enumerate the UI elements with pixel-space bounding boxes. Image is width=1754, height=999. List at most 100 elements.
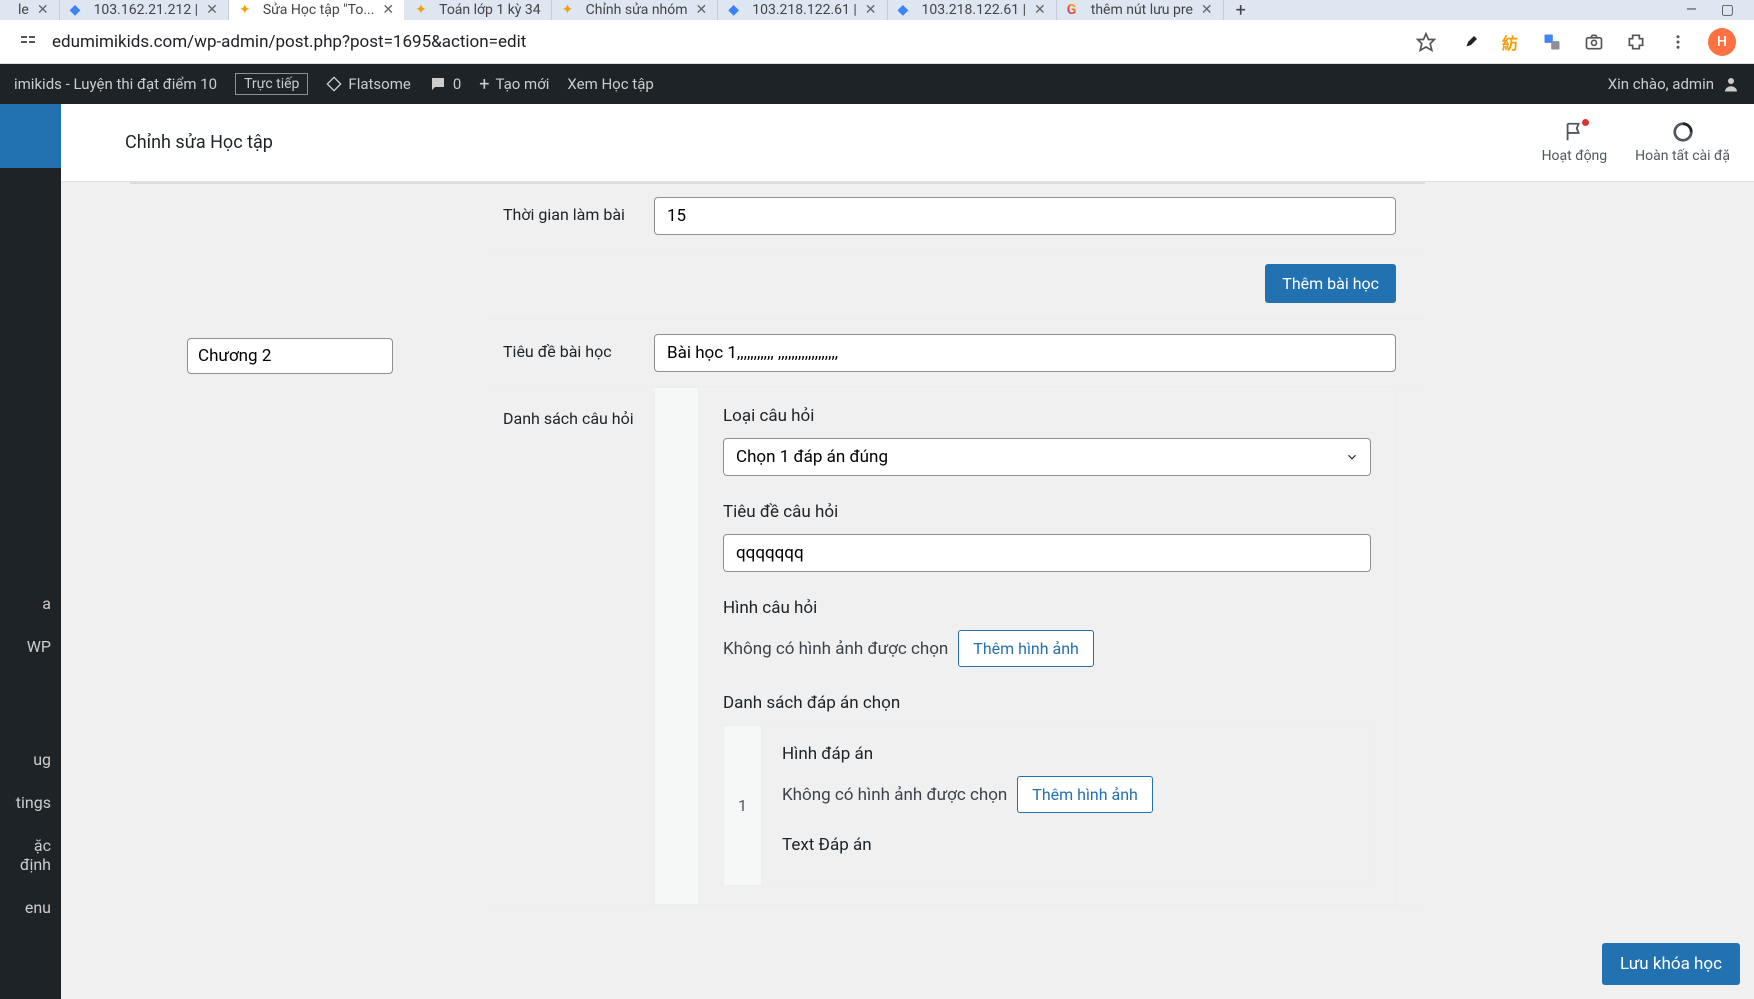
- content-area: Thời gian làm bài Thêm bài học Tiêu đề b…: [61, 182, 1754, 999]
- browser-tab[interactable]: G thêm nút lưu pre ✕: [1057, 0, 1224, 20]
- close-icon[interactable]: ✕: [696, 2, 708, 18]
- finish-label: Hoàn tất cài đặ: [1635, 148, 1730, 164]
- tab-title: thêm nút lưu pre: [1091, 2, 1193, 18]
- new-tab-button[interactable]: +: [1224, 0, 1258, 21]
- field-row-question-list: Danh sách câu hỏi Loại câu hỏi Chọn 1 đá…: [489, 387, 1424, 906]
- notification-dot-icon: [1582, 119, 1589, 126]
- close-icon[interactable]: ✕: [37, 2, 49, 18]
- finish-setup-button[interactable]: Hoàn tất cài đặ: [1635, 121, 1730, 164]
- close-icon[interactable]: ✕: [1201, 2, 1213, 18]
- maximize-icon[interactable]: ▢: [1721, 2, 1734, 18]
- tab-title: 103.218.122.61 |: [922, 2, 1027, 18]
- time-label: Thời gian làm bài: [489, 183, 654, 249]
- sidebar-item[interactable]: a: [0, 594, 57, 613]
- color-picker-icon[interactable]: [1456, 30, 1480, 54]
- wp-view-link[interactable]: Xem Học tập: [567, 75, 653, 93]
- field-row-time: Thời gian làm bài: [489, 183, 1424, 250]
- no-image-text: Không có hình ảnh được chọn: [782, 785, 1007, 805]
- translate-icon[interactable]: [1540, 30, 1564, 54]
- field-row-lesson-title: Tiêu đề bài học: [489, 319, 1424, 387]
- wp-comments[interactable]: 0: [429, 75, 461, 93]
- sidebar-item[interactable]: ug: [0, 750, 57, 769]
- google-favicon-icon: G: [1067, 2, 1083, 18]
- browser-tab-active[interactable]: ✦ Sửa Học tập "To... ✕: [229, 0, 405, 20]
- answer-list-section: Danh sách đáp án chọn 1 Hình đáp án Khôn…: [723, 693, 1371, 886]
- chapter-input[interactable]: [187, 338, 393, 374]
- answer-image-section: Hình đáp án Không có hình ảnh được chọn …: [782, 744, 1350, 813]
- close-icon[interactable]: ✕: [865, 2, 877, 18]
- answer-text-label: Text Đáp án: [782, 835, 1350, 855]
- extension-icon[interactable]: 紡: [1498, 30, 1522, 54]
- tab-title: 103.162.21.212 |: [94, 2, 199, 18]
- question-list-label: Danh sách câu hỏi: [489, 387, 654, 450]
- lesson-title-label: Tiêu đề bài học: [489, 320, 654, 386]
- question-type-select[interactable]: Chọn 1 đáp án đúng: [723, 438, 1371, 476]
- save-course-button[interactable]: Lưu khóa học: [1602, 943, 1740, 985]
- menu-icon[interactable]: [1666, 30, 1690, 54]
- sidebar-item[interactable]: enu: [0, 898, 57, 917]
- star-icon[interactable]: [1414, 30, 1438, 54]
- wp-greeting[interactable]: Xin chào, admin: [1608, 75, 1740, 93]
- question-image-label: Hình câu hỏi: [723, 598, 1371, 618]
- flag-icon: [1563, 121, 1585, 143]
- browser-tab[interactable]: ✦ Chỉnh sửa nhóm ✕: [552, 0, 719, 20]
- close-icon[interactable]: ✕: [382, 2, 394, 18]
- favicon-icon: ◆: [70, 2, 86, 18]
- browser-tab[interactable]: ◆ 103.218.122.61 | ✕: [718, 0, 887, 20]
- close-icon[interactable]: ✕: [1034, 2, 1046, 18]
- camera-icon[interactable]: [1582, 30, 1606, 54]
- question-title-section: Tiêu đề câu hỏi: [723, 502, 1371, 572]
- browser-tab[interactable]: ✦ Toán lớp 1 kỳ 34: [405, 0, 552, 20]
- wp-sidebar: a WP ug tings ặc định enu: [0, 104, 61, 999]
- wp-new-menu[interactable]: + Tạo mới: [479, 74, 549, 95]
- tab-title: le: [18, 2, 29, 18]
- answer-number: 1: [724, 726, 762, 885]
- site-info-icon[interactable]: [18, 31, 40, 53]
- browser-tab[interactable]: le ✕: [8, 0, 60, 20]
- sidebar-item[interactable]: ặc định: [0, 836, 57, 874]
- activity-label: Hoạt động: [1542, 148, 1608, 164]
- comments-count: 0: [453, 75, 461, 93]
- add-lesson-button[interactable]: Thêm bài học: [1265, 264, 1396, 303]
- question-panel: Loại câu hỏi Chọn 1 đáp án đúng: [654, 387, 1396, 905]
- question-type-label: Loại câu hỏi: [723, 406, 1371, 426]
- sidebar-item[interactable]: WP: [0, 637, 57, 656]
- favicon-icon: ◆: [728, 2, 744, 18]
- view-text: Xem Học tập: [567, 75, 653, 93]
- time-input[interactable]: [654, 197, 1396, 235]
- wp-admin-bar: imikids - Luyện thi đạt điểm 10 Trực tiế…: [0, 64, 1754, 104]
- tab-title: Toán lớp 1 kỳ 34: [439, 2, 541, 18]
- puzzle-icon[interactable]: [1624, 30, 1648, 54]
- browser-tab[interactable]: ◆ 103.162.21.212 | ✕: [60, 0, 229, 20]
- favicon-icon: ✦: [239, 2, 255, 18]
- minimize-icon[interactable]: —: [1686, 2, 1697, 18]
- add-answer-image-button[interactable]: Thêm hình ảnh: [1017, 776, 1153, 813]
- browser-tab[interactable]: ◆ 103.218.122.61 | ✕: [888, 0, 1057, 20]
- avatar[interactable]: H: [1708, 28, 1736, 56]
- no-image-text: Không có hình ảnh được chọn: [723, 639, 948, 659]
- question-drag-handle[interactable]: [655, 388, 699, 904]
- page-title: Chỉnh sửa Học tập: [125, 132, 273, 153]
- wp-flatsome-menu[interactable]: Flatsome: [326, 75, 410, 93]
- url-text[interactable]: edumimikids.com/wp-admin/post.php?post=1…: [52, 32, 1402, 52]
- question-image-section: Hình câu hỏi Không có hình ảnh được chọn…: [723, 598, 1371, 667]
- answer-list-label: Danh sách đáp án chọn: [723, 693, 1371, 713]
- question-title-label: Tiêu đề câu hỏi: [723, 502, 1371, 522]
- add-image-button[interactable]: Thêm hình ảnh: [958, 630, 1094, 667]
- greeting-text: Xin chào, admin: [1608, 75, 1714, 93]
- wp-live-badge[interactable]: Trực tiếp: [235, 73, 308, 95]
- site-name-text: imikids - Luyện thi đạt điểm 10: [14, 75, 217, 93]
- close-icon[interactable]: ✕: [206, 2, 218, 18]
- wp-site-name[interactable]: imikids - Luyện thi đạt điểm 10: [14, 75, 217, 93]
- question-title-input[interactable]: [723, 534, 1371, 572]
- answer-panel: 1 Hình đáp án Không có hình ảnh được chọ…: [723, 725, 1371, 886]
- sidebar-item[interactable]: tings: [0, 793, 57, 812]
- address-bar: edumimikids.com/wp-admin/post.php?post=1…: [0, 20, 1754, 64]
- favicon-icon: ◆: [898, 2, 914, 18]
- page-header: Chỉnh sửa Học tập Hoạt động Hoàn tất cài…: [61, 104, 1754, 182]
- main-form-column: Thời gian làm bài Thêm bài học Tiêu đề b…: [489, 183, 1424, 906]
- answer-image-label: Hình đáp án: [782, 744, 1350, 764]
- lesson-title-input[interactable]: [654, 334, 1396, 372]
- activity-button[interactable]: Hoạt động: [1542, 121, 1608, 164]
- question-type-section: Loại câu hỏi Chọn 1 đáp án đúng: [723, 406, 1371, 476]
